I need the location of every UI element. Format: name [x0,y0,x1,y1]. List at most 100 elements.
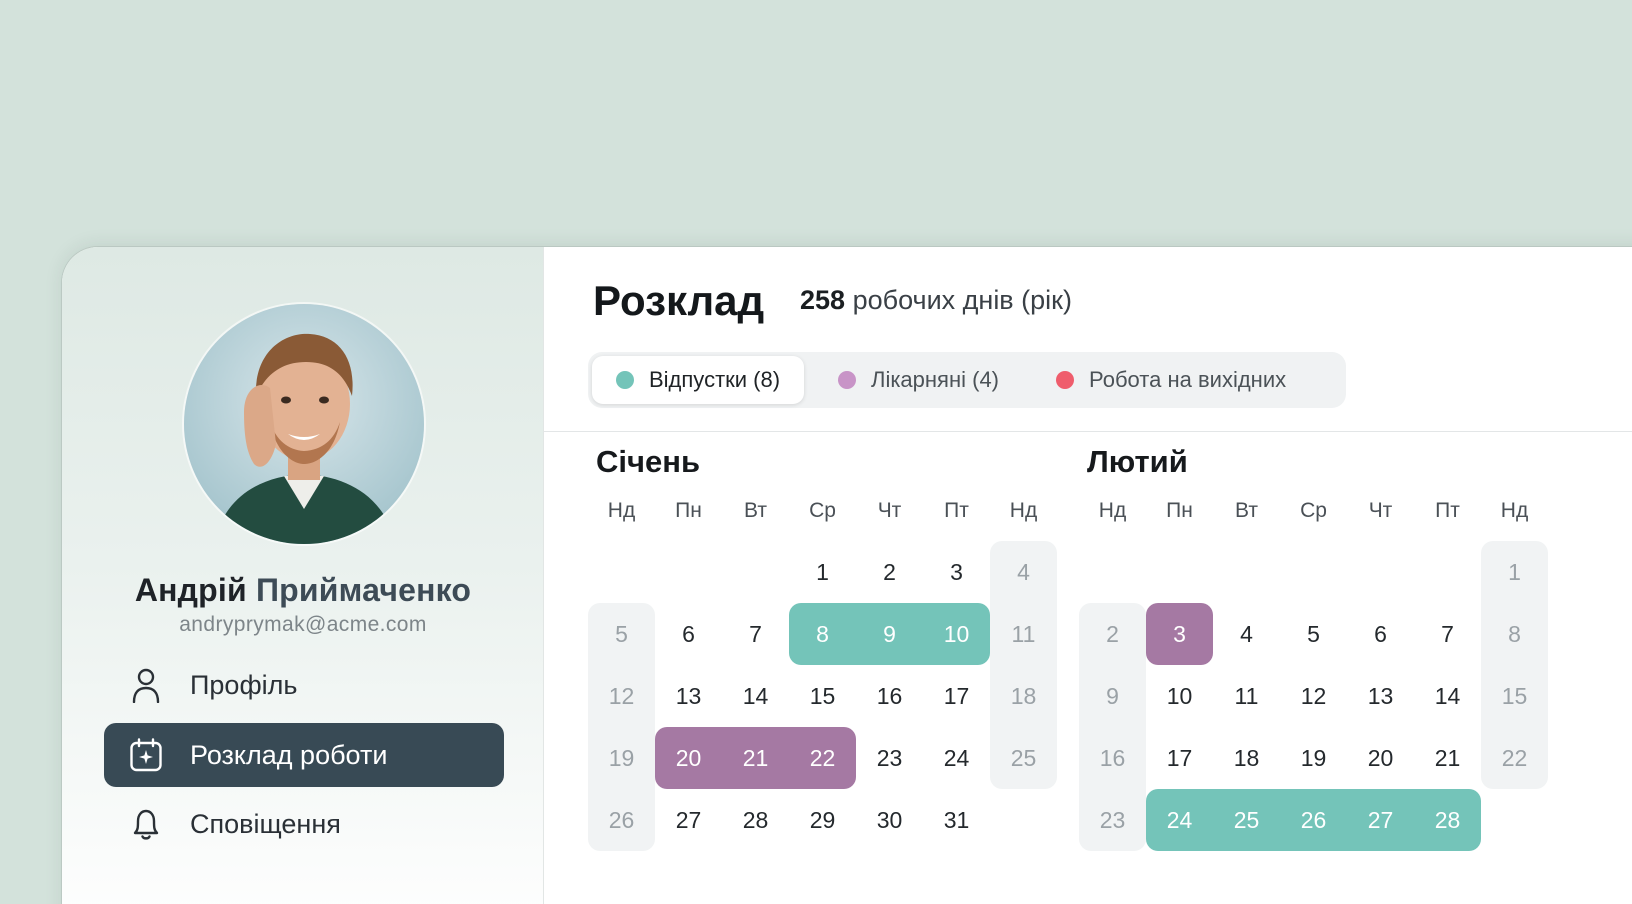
calendar-day[interactable]: 13 [1347,665,1414,727]
calendar-day[interactable]: 1 [789,541,856,603]
calendar-day[interactable]: 11 [990,603,1057,665]
calendar-day[interactable]: 18 [1213,727,1280,789]
calendar-day[interactable]: 4 [1213,603,1280,665]
bell-icon [128,806,164,842]
weekday-label: Чт [1368,499,1393,522]
weekend-work-dot-icon [1056,371,1074,389]
nav-item-profile[interactable]: Профіль [104,653,504,717]
calendar-day[interactable]: 6 [655,603,722,665]
calendar-day[interactable]: 7 [722,603,789,665]
header-divider [544,431,1632,432]
nav-item-notifications[interactable]: Сповіщення [104,792,504,856]
tab-sick-leave[interactable]: Лікарняні (4) [814,356,1023,404]
calendar-day[interactable]: 20 [655,727,722,789]
weekday-label: Ср [809,499,836,522]
calendar-day[interactable]: 21 [722,727,789,789]
calendar-day[interactable]: 25 [990,727,1057,789]
weekday-label: Пт [944,499,969,522]
calendar-day[interactable]: 2 [1079,603,1146,665]
weekday-label: Чт [877,499,902,522]
user-last-name: Приймаченко [255,572,472,608]
calendar-day[interactable]: 27 [1347,789,1414,851]
calendar-day[interactable]: 1 [1481,541,1548,603]
calendar-day[interactable]: 26 [1280,789,1347,851]
nav-item-schedule[interactable]: Розклад роботи [104,723,504,787]
weekday-label: Пн [1166,499,1193,522]
calendar-star-icon [128,737,164,773]
calendar-day[interactable]: 8 [789,603,856,665]
calendar-day[interactable]: 3 [923,541,990,603]
calendar-day[interactable]: 16 [1079,727,1146,789]
weekday-label: Нд [1098,499,1127,522]
calendar-day[interactable]: 10 [923,603,990,665]
calendar-day[interactable]: 22 [1481,727,1548,789]
weekday-label: Нд [607,499,636,522]
app-window: Андрій Приймаченко andryprymak@acme.com … [62,247,1632,904]
calendar-day[interactable]: 13 [655,665,722,727]
weekday-label: Вт [744,499,767,522]
calendar-day[interactable]: 4 [990,541,1057,603]
calendar-day[interactable]: 15 [789,665,856,727]
calendar-day[interactable]: 26 [588,789,655,851]
calendar-day[interactable]: 23 [856,727,923,789]
calendar-day[interactable]: 10 [1146,665,1213,727]
calendar-day[interactable]: 3 [1146,603,1213,665]
nav-item-schedule-label: Розклад роботи [190,739,388,770]
calendar-day[interactable]: 25 [1213,789,1280,851]
calendar-day[interactable]: 30 [856,789,923,851]
tab-weekend-work[interactable]: Робота на вихідних [1032,356,1310,404]
calendar-day[interactable]: 24 [923,727,990,789]
calendar-day[interactable]: 19 [1280,727,1347,789]
weekday-label: Пт [1435,499,1460,522]
calendar-day[interactable]: 6 [1347,603,1414,665]
calendar-day[interactable]: 18 [990,665,1057,727]
weekday-label: Пн [675,499,702,522]
calendar-day[interactable]: 17 [1146,727,1213,789]
main-panel: Розклад 258 робочих днів (рік) Відпустки… [544,247,1632,904]
calendar-day[interactable]: 17 [923,665,990,727]
calendar-day[interactable]: 24 [1146,789,1213,851]
calendar-day[interactable]: 14 [1414,665,1481,727]
avatar-photo [214,333,396,544]
calendar-month-january: Січень Нд Пн Вт Ср Чт Пт Нд 1 2 3 4 5 6 7 8 9 10 11 12 13 14… [588,444,1078,864]
user-first-name: Андрій [134,572,247,608]
calendar-day[interactable]: 5 [1280,603,1347,665]
calendar-day[interactable]: 20 [1347,727,1414,789]
calendar-day[interactable]: 29 [789,789,856,851]
filter-tabs: Відпустки (8) Лікарняні (4) Робота на ви… [588,352,1346,408]
calendar-day[interactable]: 8 [1481,603,1548,665]
nav-item-profile-label: Профіль [190,669,298,700]
calendar-day[interactable]: 22 [789,727,856,789]
work-days-summary: 258 робочих днів (рік) [800,285,1072,316]
calendar-day[interactable]: 16 [856,665,923,727]
user-name: Андрій Приймаченко [62,572,544,609]
weekday-label: Вт [1235,499,1258,522]
user-email: andryprymak@acme.com [179,613,427,636]
avatar[interactable] [184,304,424,544]
work-days-label: робочих днів (рік) [852,285,1072,315]
tab-sick-leave-label: Лікарняні (4) [871,367,1000,392]
calendar-day[interactable]: 12 [1280,665,1347,727]
calendar-month-february: Лютий Нд Пн Вт Ср Чт Пт Нд 1 2 3 4 5 6 7 8 9 10 11 12 13 14 1… [1079,444,1569,864]
calendar-day[interactable]: 31 [923,789,990,851]
calendar-day[interactable]: 15 [1481,665,1548,727]
calendar-day[interactable]: 12 [588,665,655,727]
month-title: Лютий [1087,444,1188,479]
calendar-day[interactable]: 9 [856,603,923,665]
calendar-day[interactable]: 5 [588,603,655,665]
weekday-label: Нд [1009,499,1038,522]
calendar-day[interactable]: 27 [655,789,722,851]
calendar-day[interactable]: 19 [588,727,655,789]
weekday-label: Нд [1500,499,1529,522]
calendar-day[interactable]: 28 [722,789,789,851]
calendar-day[interactable]: 28 [1414,789,1481,851]
calendar-day[interactable]: 21 [1414,727,1481,789]
calendar-day[interactable]: 14 [722,665,789,727]
calendar-day[interactable]: 2 [856,541,923,603]
calendar-day[interactable]: 23 [1079,789,1146,851]
vacation-dot-icon [616,371,634,389]
tab-vacations[interactable]: Відпустки (8) [592,356,805,404]
calendar-day[interactable]: 9 [1079,665,1146,727]
calendar-day[interactable]: 11 [1213,665,1280,727]
calendar-day[interactable]: 7 [1414,603,1481,665]
